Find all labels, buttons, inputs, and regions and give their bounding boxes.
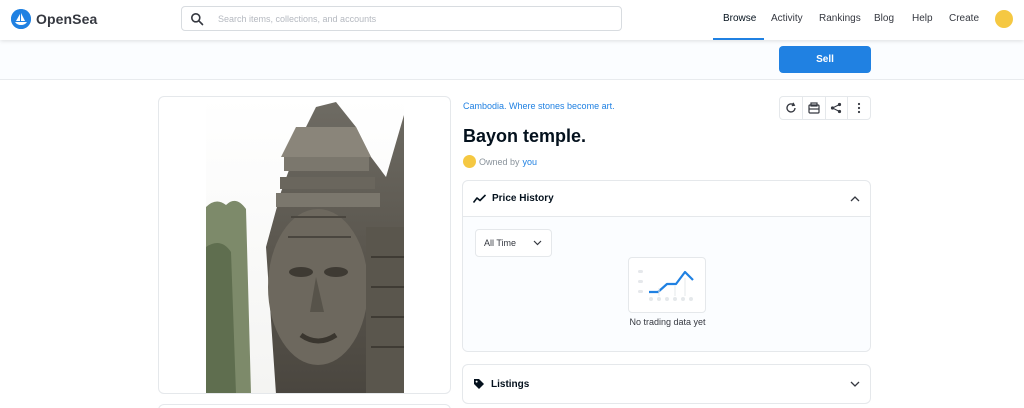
sell-button[interactable]: Sell: [779, 46, 871, 73]
transfer-icon: [808, 102, 820, 114]
tag-icon: [474, 379, 484, 389]
empty-state-text: No trading data yet: [629, 317, 706, 327]
transfer-button[interactable]: [803, 97, 826, 119]
owner-link[interactable]: you: [523, 157, 538, 167]
search-icon: [191, 12, 204, 25]
refresh-icon: [786, 102, 796, 113]
search-bar[interactable]: [181, 6, 622, 31]
owner-info: Owned by you: [463, 155, 537, 168]
owned-by-label: Owned by: [479, 156, 520, 167]
nav-browse[interactable]: Browse: [723, 13, 756, 24]
search-input[interactable]: [218, 13, 598, 24]
item-action-buttons: [779, 96, 871, 120]
profile-avatar[interactable]: [995, 10, 1013, 28]
empty-chart-illustration: [628, 257, 706, 313]
refresh-button[interactable]: [780, 97, 803, 119]
nav-blog[interactable]: Blog: [874, 13, 894, 24]
nav-activity[interactable]: Activity: [771, 13, 803, 24]
listings-title: Listings: [491, 378, 530, 390]
listings-panel: Listings: [462, 364, 871, 404]
nft-image: [206, 97, 404, 393]
price-history-header[interactable]: Price History: [463, 181, 870, 217]
trend-icon: [473, 193, 486, 203]
active-nav-indicator: [713, 38, 764, 40]
chevron-down-icon: [533, 240, 542, 246]
chevron-down-icon: [850, 381, 860, 387]
nft-details-card: [158, 404, 451, 408]
nav-rankings[interactable]: Rankings: [819, 13, 861, 24]
no-data-chart-icon: [638, 270, 694, 301]
more-icon: [858, 102, 861, 114]
listings-header[interactable]: Listings: [463, 365, 870, 403]
item-title: Bayon temple.: [463, 126, 587, 146]
time-range-value: All Time: [484, 238, 517, 248]
nav-create[interactable]: Create: [949, 13, 979, 24]
chevron-up-icon: [850, 195, 860, 201]
owner-avatar: [463, 155, 476, 168]
brand-logo[interactable]: OpenSea: [11, 9, 97, 29]
time-range-select[interactable]: All Time: [475, 229, 552, 257]
price-history-body: All Time No trading data yet: [463, 217, 870, 351]
share-icon: [831, 102, 842, 114]
price-history-title: Price History: [492, 193, 554, 204]
top-navigation-bar: OpenSea Browse Activity Rankings Blog He…: [0, 0, 1024, 40]
nft-image-card[interactable]: [158, 96, 451, 394]
more-options-button[interactable]: [848, 97, 870, 119]
price-history-panel: Price History All Time No trading data y…: [462, 180, 871, 352]
brand-name: OpenSea: [36, 11, 98, 27]
nav-help[interactable]: Help: [912, 13, 933, 24]
share-button[interactable]: [826, 97, 849, 119]
opensea-logo-icon: [11, 9, 31, 29]
collection-link[interactable]: Cambodia. Where stones become art.: [463, 101, 615, 111]
